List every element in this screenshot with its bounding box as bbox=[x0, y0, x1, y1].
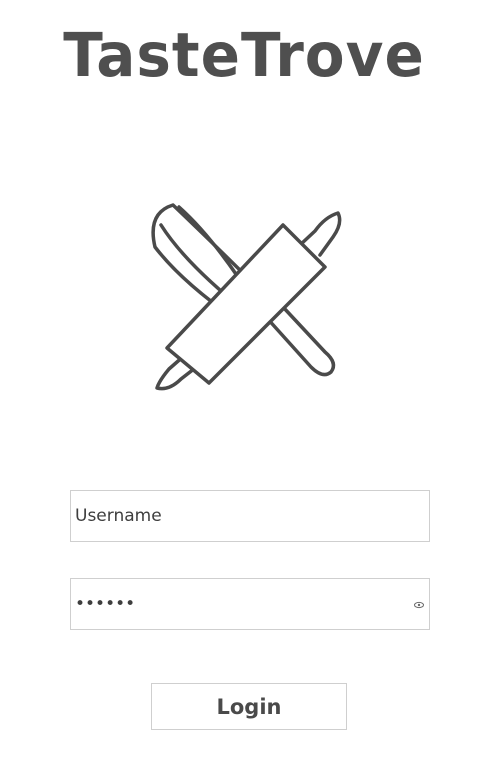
eye-icon[interactable] bbox=[413, 599, 425, 611]
whisk-rolling-pin-icon bbox=[145, 195, 345, 400]
password-field[interactable] bbox=[70, 578, 430, 630]
username-field[interactable] bbox=[70, 490, 430, 542]
login-button[interactable]: Login bbox=[151, 683, 347, 730]
password-input[interactable] bbox=[71, 579, 429, 629]
app-title: TasteTrove bbox=[63, 19, 425, 91]
username-input[interactable] bbox=[71, 491, 429, 541]
